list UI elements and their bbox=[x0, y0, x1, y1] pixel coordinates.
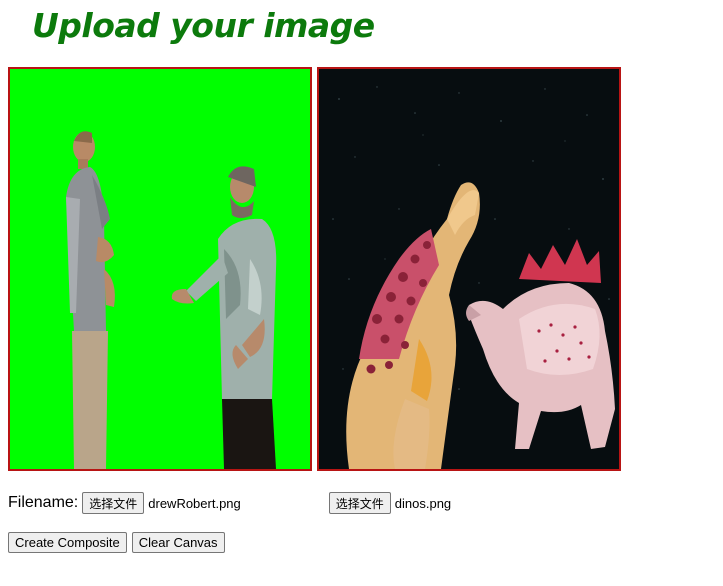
choose-foreground-file-button[interactable]: 选择文件 bbox=[82, 492, 145, 514]
dinosaurs-photo bbox=[319, 69, 619, 469]
choose-background-file-button[interactable]: 选择文件 bbox=[328, 492, 391, 514]
create-composite-button[interactable]: Create Composite bbox=[8, 532, 127, 553]
filename-label: Filename: bbox=[8, 494, 79, 511]
green-screen-photo bbox=[10, 69, 310, 469]
foreground-canvas bbox=[8, 67, 312, 471]
background-canvas bbox=[317, 67, 621, 471]
page-title: Upload your image bbox=[32, 6, 375, 45]
file-input-row: Filename: 选择文件 drewRobert.png 选择文件 dinos… bbox=[8, 491, 451, 515]
foreground-file-name: drewRobert.png bbox=[148, 495, 241, 511]
action-buttons-row: Create Composite Clear Canvas bbox=[8, 532, 230, 553]
background-file-name: dinos.png bbox=[394, 495, 452, 511]
clear-canvas-button[interactable]: Clear Canvas bbox=[131, 532, 225, 553]
